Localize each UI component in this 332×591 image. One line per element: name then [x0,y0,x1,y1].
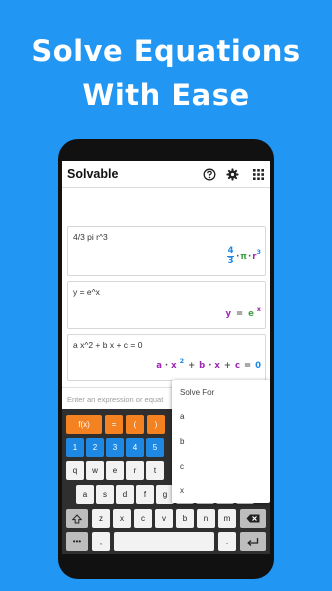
key-1[interactable]: 1 [66,438,84,457]
menu-item-b[interactable]: b [180,437,184,446]
key-r[interactable]: r [126,461,144,480]
key-t[interactable]: t [146,461,164,480]
key-n[interactable]: n [197,509,215,528]
key-w[interactable]: w [86,461,104,480]
expression-text: a x^2 + b x + c = 0 [73,340,143,350]
variable-x: x [171,361,177,371]
grid-icon[interactable] [250,166,266,182]
variable-y: y [225,309,231,319]
key-m[interactable]: m [218,509,236,528]
key-5[interactable]: 5 [146,438,164,457]
fraction-denominator: 3 [227,256,234,266]
exponent: 2 [179,357,185,365]
variable-x: x [214,361,220,371]
variable-a: a [156,361,162,371]
key-e[interactable]: e [106,461,124,480]
key-q[interactable]: q [66,461,84,480]
app-title: Solvable [67,167,119,181]
shift-key[interactable] [66,509,88,528]
enter-arrow-icon [247,537,259,546]
expression-text: y = e^x [73,287,100,297]
headline-line-1: Solve Equations [31,34,301,68]
backspace-key[interactable] [240,509,266,528]
key-4[interactable]: 4 [126,438,144,457]
app-bar: Solvable [62,161,270,188]
result-math: a · x 2 + b · x + c = 0 [156,357,261,371]
result-math: 4 3 · π · r 3 [227,247,261,266]
key-c[interactable]: c [134,509,152,528]
backspace-icon [246,514,260,523]
key-f[interactable]: f [136,485,154,504]
key-a[interactable]: a [76,485,94,504]
key-open-paren[interactable]: ( [126,415,144,434]
expression-card[interactable]: a x^2 + b x + c = 0 a · x 2 + b · x + c … [67,334,266,381]
input-placeholder: Enter an expression or equat [67,395,164,404]
plus-sign: + [188,361,196,371]
key-period[interactable]: . [218,532,236,551]
enter-key[interactable] [240,532,266,551]
headline-line-2: With Ease [82,78,250,112]
space-key[interactable] [114,532,214,551]
key-comma[interactable]: , [92,532,110,551]
expression-card[interactable]: y = e^x y = e x [67,281,266,329]
exponent: x [256,305,261,313]
shift-arrow-icon [72,513,82,523]
expression-text: 4/3 pi r^3 [73,232,108,242]
variable-c: c [234,361,241,371]
key-function[interactable]: f(x) [66,415,102,434]
exponent: 3 [256,247,261,256]
equals-sign: = [243,361,252,371]
key-2[interactable]: 2 [86,438,104,457]
key-x[interactable]: x [113,509,131,528]
plus-sign: + [223,361,231,371]
dot-operator: · [248,251,252,262]
dot-operator: · [164,361,169,371]
menu-item-c[interactable]: c [180,462,184,471]
key-z[interactable]: z [92,509,110,528]
menu-item-x[interactable]: x [180,486,184,495]
help-icon[interactable] [201,166,217,182]
equals-sign: = [235,309,244,319]
result-math: y = e x [225,305,261,319]
pi-symbol: π [240,251,248,262]
menu-item-a[interactable]: a [180,412,184,421]
variable-b: b [199,361,206,371]
solve-for-menu: Solve For a b c x [172,380,270,503]
constant-e: e [248,309,254,319]
key-3[interactable]: 3 [106,438,124,457]
fraction-numerator: 4 [227,246,234,256]
dot-operator: · [208,361,212,371]
number-zero: 0 [255,361,261,371]
gear-icon[interactable] [224,166,240,182]
expression-card[interactable]: 4/3 pi r^3 4 3 · π · r 3 [67,226,266,276]
menu-title: Solve For [180,388,215,397]
key-close-paren[interactable]: ) [147,415,165,434]
symbols-key[interactable]: ••• [66,532,88,551]
key-b[interactable]: b [176,509,194,528]
dot-operator: · [236,251,240,262]
key-v[interactable]: v [155,509,173,528]
key-d[interactable]: d [116,485,134,504]
key-s[interactable]: s [96,485,114,504]
key-equals[interactable]: = [105,415,123,434]
app-screen: Solvable 4/3 pi r^3 4 3 · π · r 3 y = e^… [62,161,270,554]
